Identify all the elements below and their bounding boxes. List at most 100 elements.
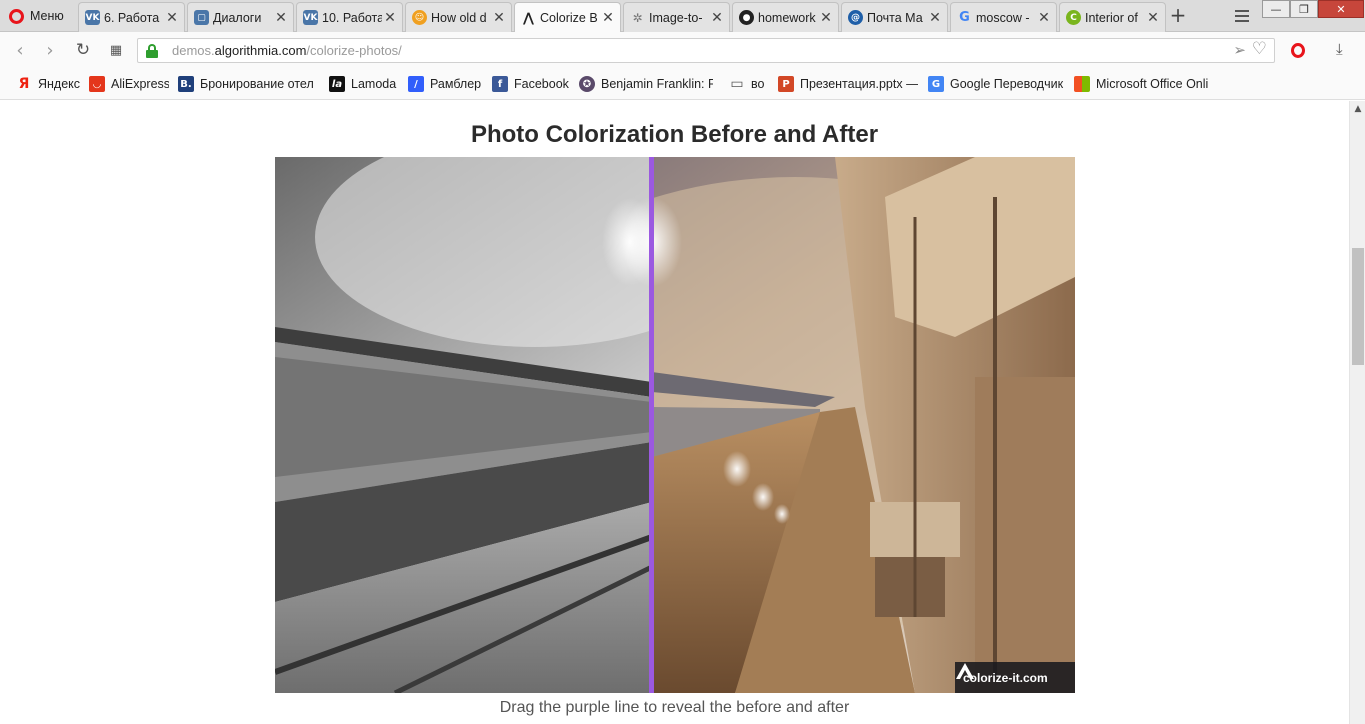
vk-icon: VK: [303, 10, 318, 25]
tab-close-icon[interactable]: ✕: [382, 10, 398, 26]
booking-icon: B.: [178, 76, 194, 92]
tab-interior[interactable]: C Interior of ✕: [1059, 2, 1166, 32]
restore-button[interactable]: ❐: [1290, 0, 1318, 18]
github-icon: ●: [739, 10, 754, 25]
powerpoint-icon: P: [778, 76, 794, 92]
back-icon[interactable]: ‹: [10, 40, 30, 61]
mail-ru-icon: @: [848, 10, 863, 25]
bookmark-presentation[interactable]: P Презентация.pptx —: [778, 74, 918, 94]
bookmark-office-online[interactable]: Microsoft Office Onli: [1074, 74, 1212, 94]
tab-strip: Меню VK 6. Работа ✕ ▢ Диалоги ✕ VK 10. Р…: [0, 0, 1365, 33]
bookmark-facebook[interactable]: f Facebook: [492, 74, 570, 94]
reload-icon[interactable]: ↻: [73, 40, 93, 60]
url-text[interactable]: demos.algorithmia.com/colorize-photos/: [172, 43, 402, 58]
tab-title: How old d: [431, 10, 487, 25]
bookmark-label: Microsoft Office Onli: [1096, 77, 1209, 91]
bookmark-label: Рамблер: [430, 77, 482, 91]
instruction-caption: Drag the purple line to reveal the befor…: [499, 699, 850, 716]
tab-title: Диалоги: [213, 10, 262, 25]
bookmark-label: Бронирование отел: [200, 77, 314, 91]
vk-messages-icon: ▢: [194, 10, 209, 25]
tab-close-icon[interactable]: ✕: [709, 10, 725, 26]
tab-how-old[interactable]: ☺ How old d ✕: [405, 2, 512, 32]
minimize-button[interactable]: —: [1262, 0, 1290, 18]
bookmark-rambler[interactable]: / Рамблер: [408, 74, 482, 94]
folder-icon: ▭: [730, 76, 744, 92]
metro-station-photo: [275, 157, 1075, 693]
address-bar[interactable]: demos.algorithmia.com/colorize-photos/ ➢…: [137, 38, 1275, 63]
tab-title: homework: [758, 10, 816, 25]
before-after-compare[interactable]: colorize-it.com: [275, 157, 1075, 693]
bookmark-booking[interactable]: B. Бронирование отел: [178, 74, 316, 94]
address-toolbar: ‹ › ↻ ▦ demos.algorithmia.com/colorize-p…: [0, 32, 1365, 76]
tab-mail-ru[interactable]: @ Почта Ма ✕: [841, 2, 948, 32]
bookmark-label: во: [751, 77, 765, 91]
send-page-icon[interactable]: ➢: [1233, 41, 1246, 59]
bookmark-label: Google Переводчик: [950, 77, 1064, 91]
bookmark-google-translate[interactable]: G Google Переводчик: [928, 74, 1066, 94]
opera-extension-icon[interactable]: [1291, 43, 1305, 58]
opera-logo-icon: [9, 8, 24, 24]
bookmark-label: Яндекс: [38, 77, 80, 91]
colorize-logo-icon: [956, 663, 974, 679]
aliexpress-icon: ◡: [89, 76, 105, 92]
seal-icon: ✪: [579, 76, 595, 92]
watermark-text: colorize-it.com: [963, 670, 1048, 685]
tab-vk-work-6[interactable]: VK 6. Работа ✕: [78, 2, 185, 32]
tab-vk-work-10[interactable]: VK 10. Работа ✕: [296, 2, 403, 32]
tab-title: 10. Работа: [322, 10, 382, 25]
tab-close-icon[interactable]: ✕: [491, 10, 507, 26]
tab-homework-github[interactable]: ● homework ✕: [732, 2, 839, 32]
page-title: Photo Colorization Before and After: [470, 121, 879, 148]
tab-menu-icon[interactable]: [1233, 6, 1251, 24]
image-to-icon: ✲: [632, 10, 643, 25]
page-scrollbar[interactable]: ▲: [1349, 101, 1365, 724]
bookmark-yandex[interactable]: Я Яндекс: [16, 74, 80, 94]
bookmark-label: Facebook: [514, 77, 569, 91]
scrollbar-thumb[interactable]: [1352, 248, 1364, 365]
lamoda-icon: la: [329, 76, 345, 92]
vk-icon: VK: [85, 10, 100, 25]
bookmark-benjamin-franklin[interactable]: ✪ Benjamin Franklin: Fir: [579, 74, 713, 94]
forward-icon[interactable]: ›: [40, 40, 60, 61]
speed-dial-icon[interactable]: ▦: [106, 40, 126, 60]
tab-close-icon[interactable]: ✕: [273, 10, 289, 26]
bookmark-lamoda[interactable]: la Lamoda: [329, 74, 399, 94]
tab-title: Colorize B: [540, 11, 598, 25]
tab-title: Image-to-: [649, 10, 703, 25]
google-translate-icon: G: [928, 76, 944, 92]
tab-close-icon[interactable]: ✕: [1036, 10, 1052, 26]
tab-title: moscow -: [976, 10, 1030, 25]
tab-google-moscow[interactable]: G moscow - ✕: [950, 2, 1057, 32]
office-icon: [1074, 76, 1090, 92]
rambler-icon: /: [408, 76, 424, 92]
tab-close-icon[interactable]: ✕: [600, 10, 616, 26]
tab-title: Interior of: [1085, 10, 1138, 25]
tab-colorize-active[interactable]: ⋀ Colorize B ✕: [514, 2, 621, 33]
tab-title: Почта Ма: [867, 10, 923, 25]
bookmark-heart-icon[interactable]: ♡: [1252, 39, 1267, 59]
opera-menu-button[interactable]: Меню: [0, 0, 76, 32]
tab-title: 6. Работа: [104, 10, 160, 25]
tab-image-to[interactable]: ✲ Image-to- ✕: [623, 2, 730, 32]
close-window-button[interactable]: ✕: [1318, 0, 1364, 18]
colorize-it-watermark[interactable]: colorize-it.com: [955, 662, 1075, 693]
scroll-up-arrow-icon[interactable]: ▲: [1350, 101, 1365, 117]
bookmark-folder-vo[interactable]: ▭ во: [729, 74, 769, 94]
tab-close-icon[interactable]: ✕: [927, 10, 943, 26]
bookmarks-bar: Я Яндекс ◡ AliExpress B. Бронирование от…: [0, 68, 1365, 100]
how-old-icon: ☺: [412, 10, 427, 25]
downloads-icon[interactable]: ⤓: [1336, 40, 1352, 60]
new-tab-button[interactable]: +: [1167, 4, 1189, 28]
tab-close-icon[interactable]: ✕: [818, 10, 834, 26]
bookmark-label: Benjamin Franklin: Fir: [601, 77, 713, 91]
compare-divider-handle[interactable]: [649, 157, 654, 693]
tab-close-icon[interactable]: ✕: [1145, 10, 1161, 26]
menu-label: Меню: [30, 9, 64, 23]
bookmark-label: Lamoda: [351, 77, 397, 91]
bookmark-label: AliExpress: [111, 77, 169, 91]
bookmark-aliexpress[interactable]: ◡ AliExpress: [89, 74, 169, 94]
tab-close-icon[interactable]: ✕: [164, 10, 180, 26]
tab-dialogs[interactable]: ▢ Диалоги ✕: [187, 2, 294, 32]
facebook-icon: f: [492, 76, 508, 92]
